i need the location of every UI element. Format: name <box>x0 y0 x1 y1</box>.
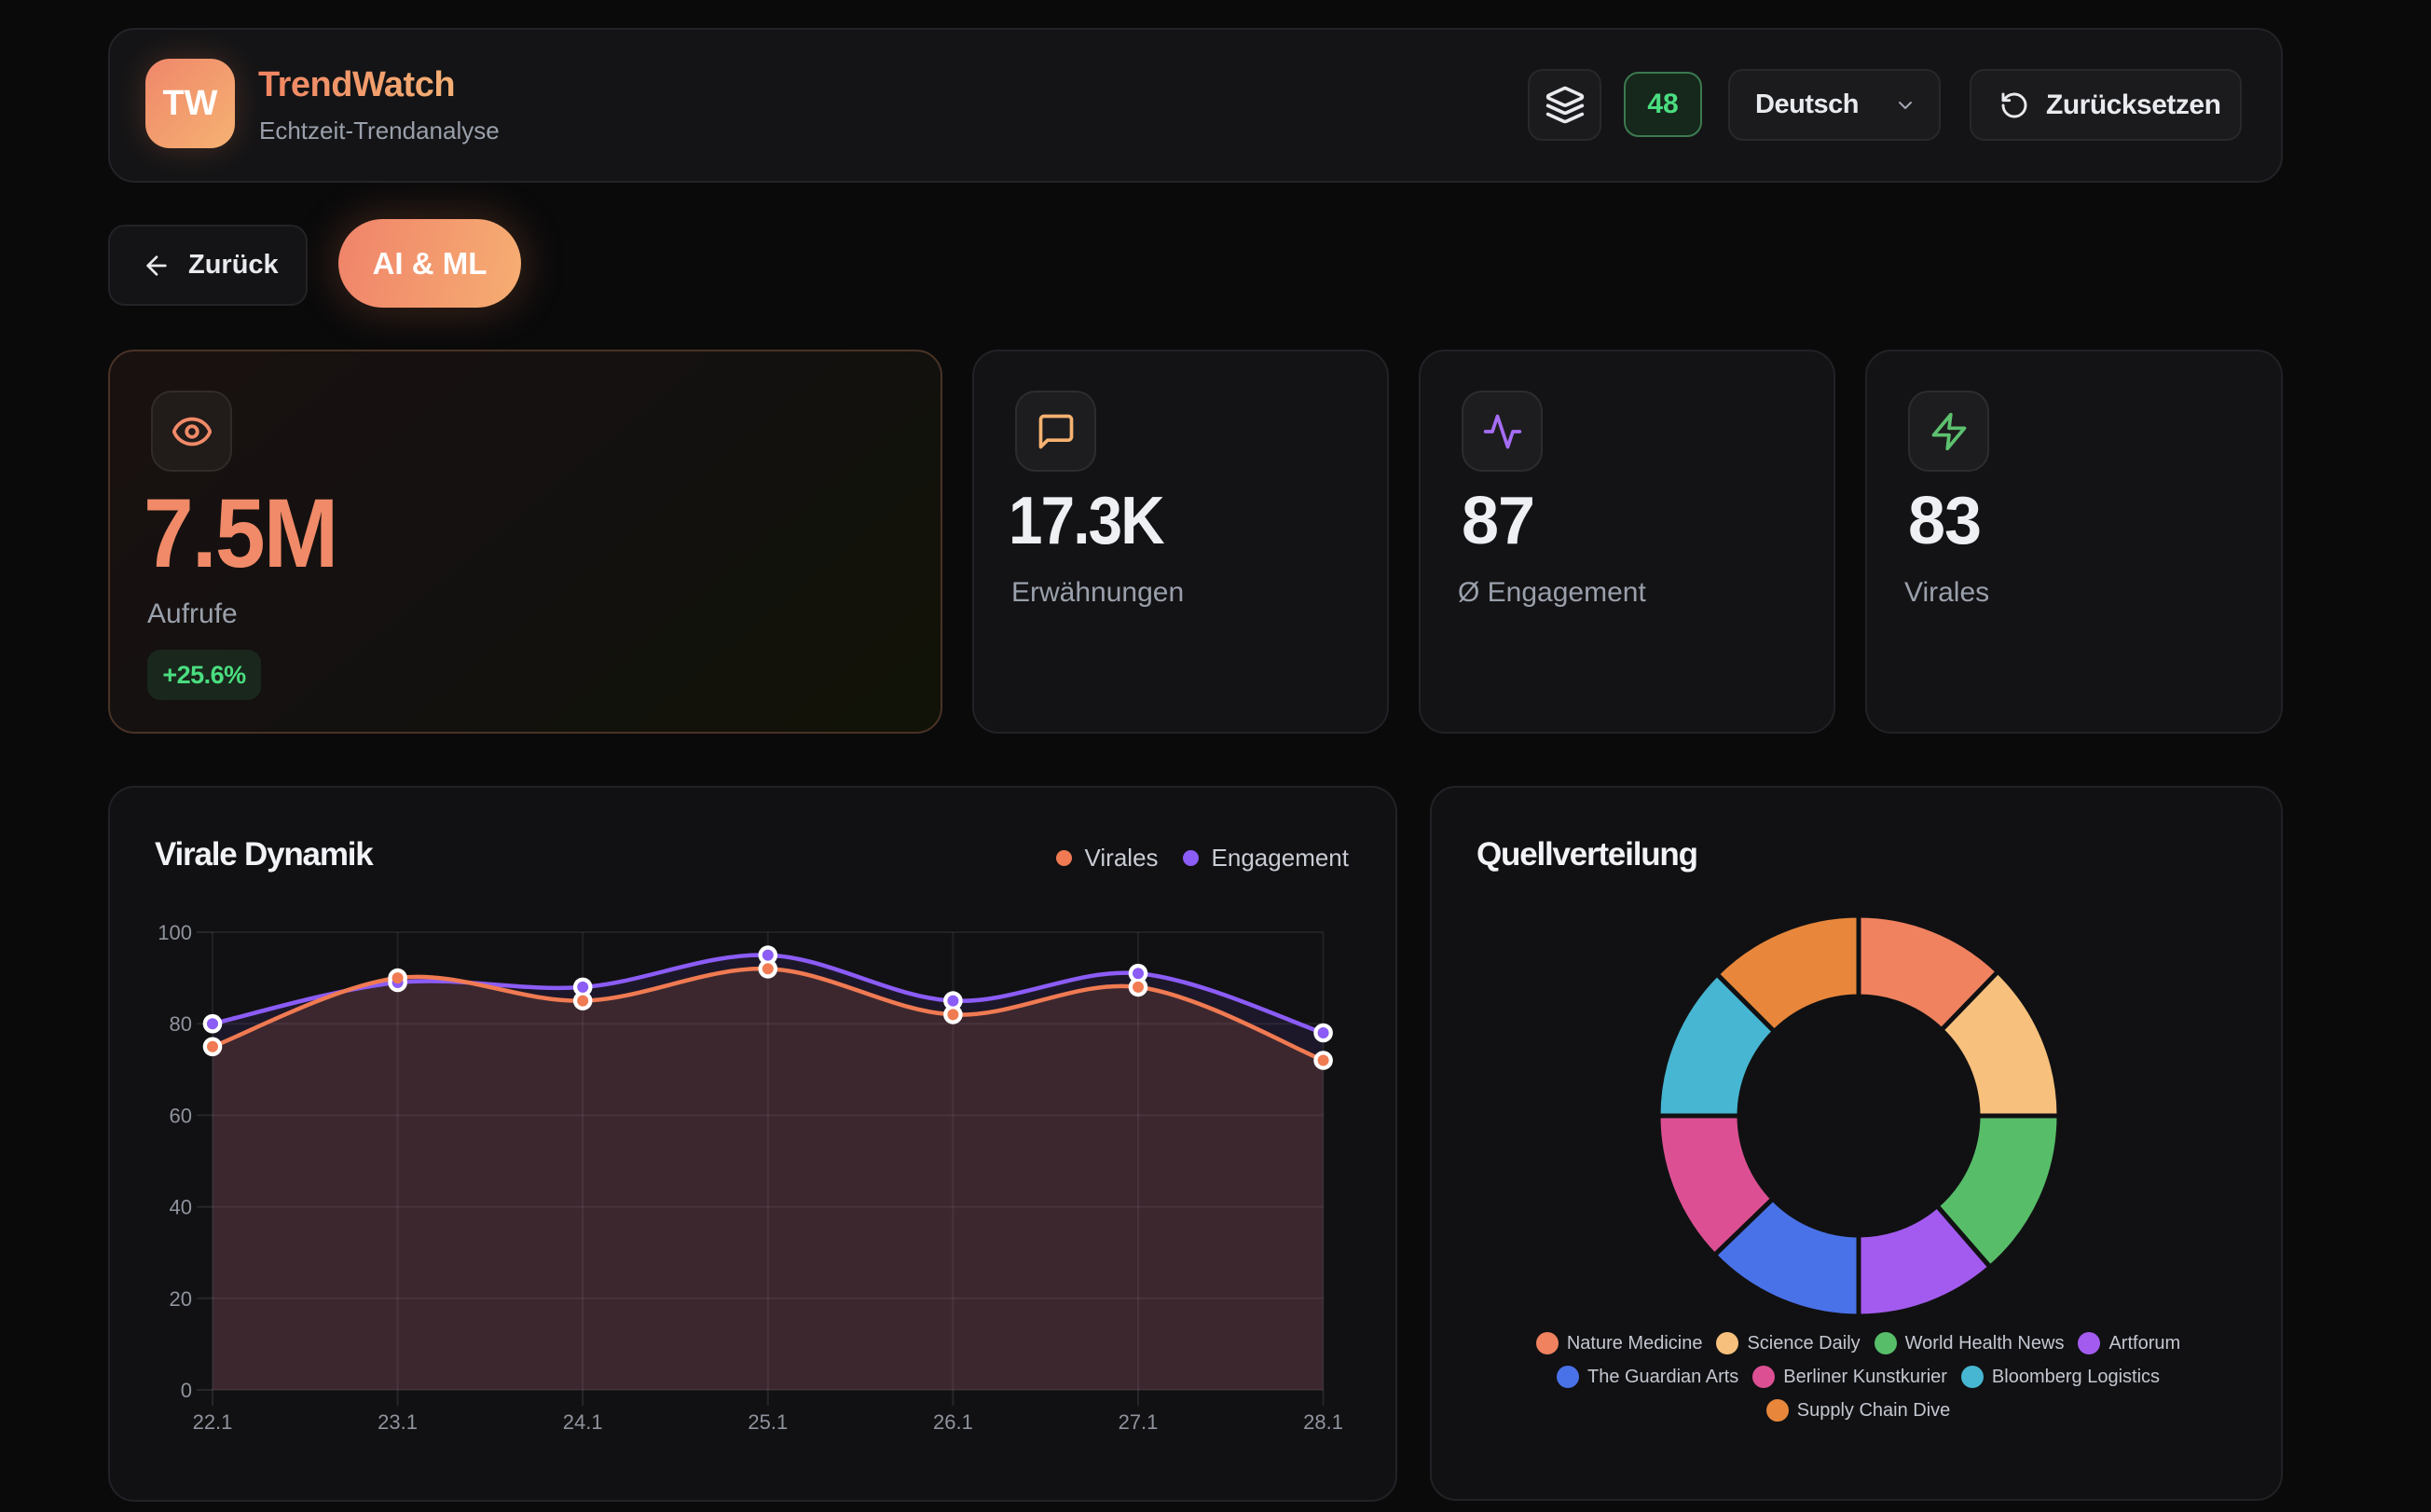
svg-text:25.1: 25.1 <box>748 1410 788 1434</box>
svg-text:28.1: 28.1 <box>1303 1410 1343 1434</box>
svg-text:40: 40 <box>170 1196 192 1219</box>
svg-text:22.1: 22.1 <box>193 1410 233 1434</box>
svg-text:100: 100 <box>158 921 192 944</box>
svg-text:23.1: 23.1 <box>378 1410 418 1434</box>
svg-text:20: 20 <box>170 1287 192 1311</box>
svg-text:24.1: 24.1 <box>563 1410 603 1434</box>
svg-text:80: 80 <box>170 1012 192 1036</box>
svg-text:27.1: 27.1 <box>1119 1410 1159 1434</box>
svg-text:26.1: 26.1 <box>933 1410 973 1434</box>
svg-text:60: 60 <box>170 1104 192 1127</box>
svg-text:0: 0 <box>181 1379 192 1402</box>
